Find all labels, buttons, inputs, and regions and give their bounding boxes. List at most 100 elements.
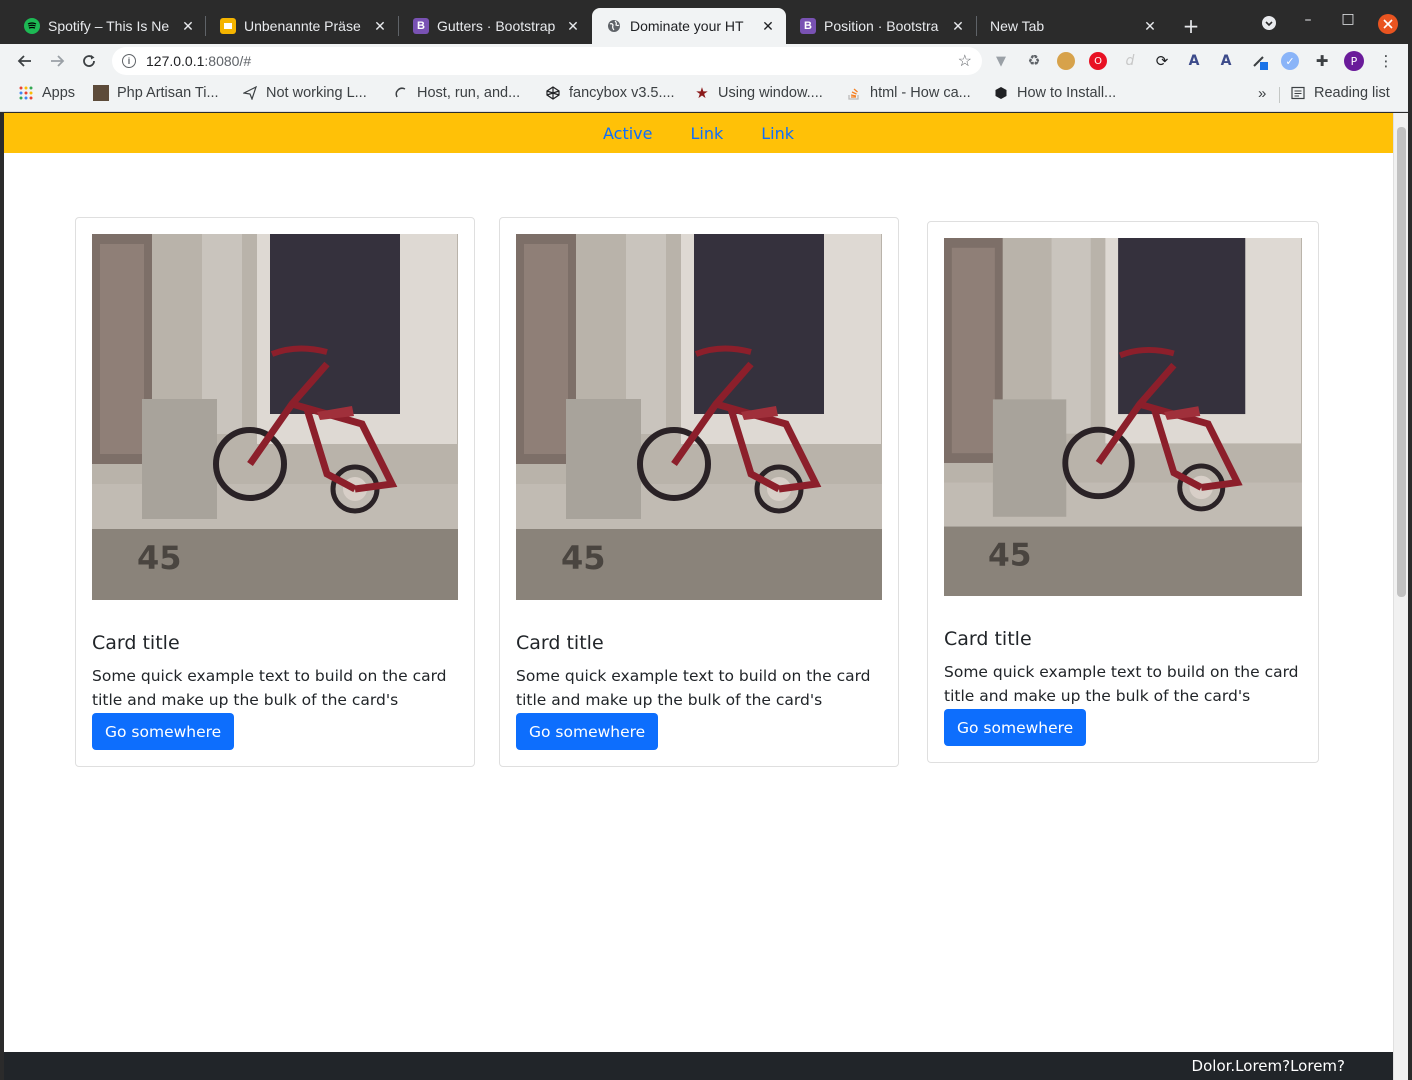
card: 45 Card title Some quick example text to…	[75, 217, 475, 767]
back-icon[interactable]	[14, 50, 36, 72]
reading-list-button[interactable]: Reading list	[1290, 85, 1390, 101]
bookmark-fancybox[interactable]: fancybox v3.5....	[545, 85, 675, 101]
go-somewhere-button[interactable]: Go somewhere	[92, 713, 235, 750]
bootstrap-icon: B	[413, 18, 429, 34]
artisan-icon	[93, 85, 109, 101]
vue-devtools-icon[interactable]: ▼	[992, 52, 1010, 70]
browser-toolbar: i 127.0.0.1:8080/# ☆ ▼ ♻ O d ⟳ A A ✓ ✚ P…	[0, 44, 1412, 78]
svg-text:45: 45	[137, 539, 182, 577]
page-scrollbar[interactable]	[1393, 113, 1408, 1080]
window-frame-edge	[1408, 44, 1412, 1080]
compass-icon[interactable]: ✓	[1281, 52, 1299, 70]
tricycle-photo: 45	[92, 234, 458, 600]
bookmarks-divider	[1279, 87, 1280, 103]
scrollbar-thumb[interactable]	[1397, 127, 1406, 597]
card-image-tricycle: 45	[92, 234, 458, 600]
glitch-icon	[393, 85, 409, 101]
tab-title: Unbenannte Präse	[244, 18, 361, 34]
url-path: :8080/#	[204, 53, 252, 69]
bookmark-host-run[interactable]: Host, run, and...	[393, 85, 520, 101]
bookmark-label: Not working L...	[266, 85, 367, 101]
bookmark-label: Host, run, and...	[417, 85, 521, 101]
star-icon: ★	[695, 85, 709, 102]
recycle-icon[interactable]: ♻	[1025, 52, 1043, 70]
tricycle-photo: 45	[516, 234, 882, 600]
profile-avatar[interactable]: P	[1344, 51, 1364, 71]
bookmark-using-window[interactable]: ★ Using window....	[694, 85, 823, 102]
card-title: Card title	[516, 632, 604, 654]
spotify-icon	[24, 18, 40, 34]
close-window-icon[interactable]	[1376, 13, 1400, 39]
stackoverflow-icon	[846, 85, 862, 101]
cookie-icon[interactable]	[1057, 52, 1075, 70]
reading-list-icon	[1290, 85, 1306, 101]
card-title: Card title	[944, 628, 1032, 650]
tab-strip: Spotify – This Is Ne ✕ Unbenannte Präse …	[0, 0, 1412, 44]
tab-new-tab[interactable]: New Tab ✕	[976, 8, 1168, 44]
bookmark-label: html - How ca...	[870, 85, 971, 101]
bookmark-label: Php Artisan Ti...	[117, 85, 219, 101]
svg-text:45: 45	[561, 539, 606, 577]
apps-grid-icon	[18, 85, 34, 101]
font-a-icon[interactable]: A	[1185, 52, 1203, 70]
bookmark-star-icon[interactable]: ☆	[958, 51, 972, 71]
extensions-puzzle-icon[interactable]: ✚	[1313, 52, 1331, 70]
color-picker-icon[interactable]	[1251, 52, 1269, 70]
bookmarks-bar: Apps Php Artisan Ti... Not working L... …	[0, 78, 1412, 112]
tab-position[interactable]: B Position · Bootstra ✕	[786, 8, 976, 44]
reading-list-label: Reading list	[1314, 85, 1390, 101]
tab-title: Gutters · Bootstrap	[437, 18, 556, 34]
close-icon[interactable]: ✕	[372, 18, 388, 35]
paper-plane-icon	[242, 85, 258, 101]
tab-title: Spotify – This Is Ne	[48, 18, 170, 34]
close-icon[interactable]: ✕	[565, 18, 581, 35]
navbar: Active Link Link	[4, 113, 1393, 153]
page-viewport: Active Link Link 45 Card title Some quic…	[4, 113, 1393, 1080]
new-tab-icon[interactable]: +	[1179, 14, 1203, 38]
bookmark-html-how[interactable]: html - How ca...	[846, 85, 971, 101]
site-info-icon[interactable]: i	[122, 54, 136, 68]
font-a-alt-icon[interactable]: A	[1217, 52, 1235, 70]
tab-spotify[interactable]: Spotify – This Is Ne ✕	[10, 8, 206, 44]
bookmark-label: Apps	[42, 85, 76, 101]
disabled-extension-icon[interactable]: d	[1121, 52, 1139, 70]
bookmark-how-to-install[interactable]: How to Install...	[993, 85, 1116, 101]
tab-dominate-active[interactable]: Dominate your HT ✕	[592, 8, 786, 44]
close-icon[interactable]: ✕	[180, 18, 196, 35]
sync-icon[interactable]: ⟳	[1153, 52, 1171, 70]
tab-title: Dominate your HT	[630, 18, 744, 34]
bookmark-label: fancybox v3.5....	[569, 85, 675, 101]
close-icon[interactable]: ✕	[1142, 18, 1158, 35]
tab-gutters[interactable]: B Gutters · Bootstrap ✕	[399, 8, 591, 44]
bookmark-not-working[interactable]: Not working L...	[242, 85, 367, 101]
bookmarks-overflow-button[interactable]: »	[1258, 85, 1266, 102]
tab-title: New Tab	[990, 18, 1045, 34]
go-somewhere-button[interactable]: Go somewhere	[516, 713, 659, 750]
bootstrap-icon: B	[800, 18, 816, 34]
go-somewhere-button[interactable]: Go somewhere	[944, 709, 1087, 746]
minimize-icon[interactable]: –	[1296, 12, 1320, 28]
card: 45 Card title Some quick example text to…	[499, 217, 899, 767]
card: 45 Card title Some quick example text to…	[927, 221, 1319, 763]
bookmark-label: Using window....	[718, 85, 823, 101]
codepen-icon	[545, 85, 561, 101]
menu-kebab-icon[interactable]: ⋮	[1377, 52, 1395, 70]
nav-link-active[interactable]: Active	[589, 124, 667, 143]
card-image-tricycle: 45	[944, 238, 1302, 596]
tab-title: Position · Bootstra	[824, 18, 939, 34]
slides-icon	[220, 18, 236, 34]
tab-slides[interactable]: Unbenannte Präse ✕	[206, 8, 398, 44]
address-bar[interactable]: i 127.0.0.1:8080/# ☆	[112, 47, 982, 75]
reload-icon[interactable]	[78, 50, 100, 72]
opera-icon[interactable]: O	[1089, 52, 1107, 70]
bookmark-php-artisan[interactable]: Php Artisan Ti...	[93, 85, 219, 101]
nav-link[interactable]: Link	[747, 124, 808, 143]
tab-search-icon[interactable]	[1257, 15, 1281, 35]
nav-link[interactable]: Link	[666, 124, 747, 143]
close-icon[interactable]: ✕	[950, 18, 966, 35]
forward-icon[interactable]	[46, 50, 68, 72]
bookmark-apps[interactable]: Apps	[18, 85, 75, 101]
close-icon[interactable]: ✕	[760, 18, 776, 35]
maximize-icon[interactable]: □	[1336, 11, 1360, 27]
card-image-tricycle: 45	[516, 234, 882, 600]
